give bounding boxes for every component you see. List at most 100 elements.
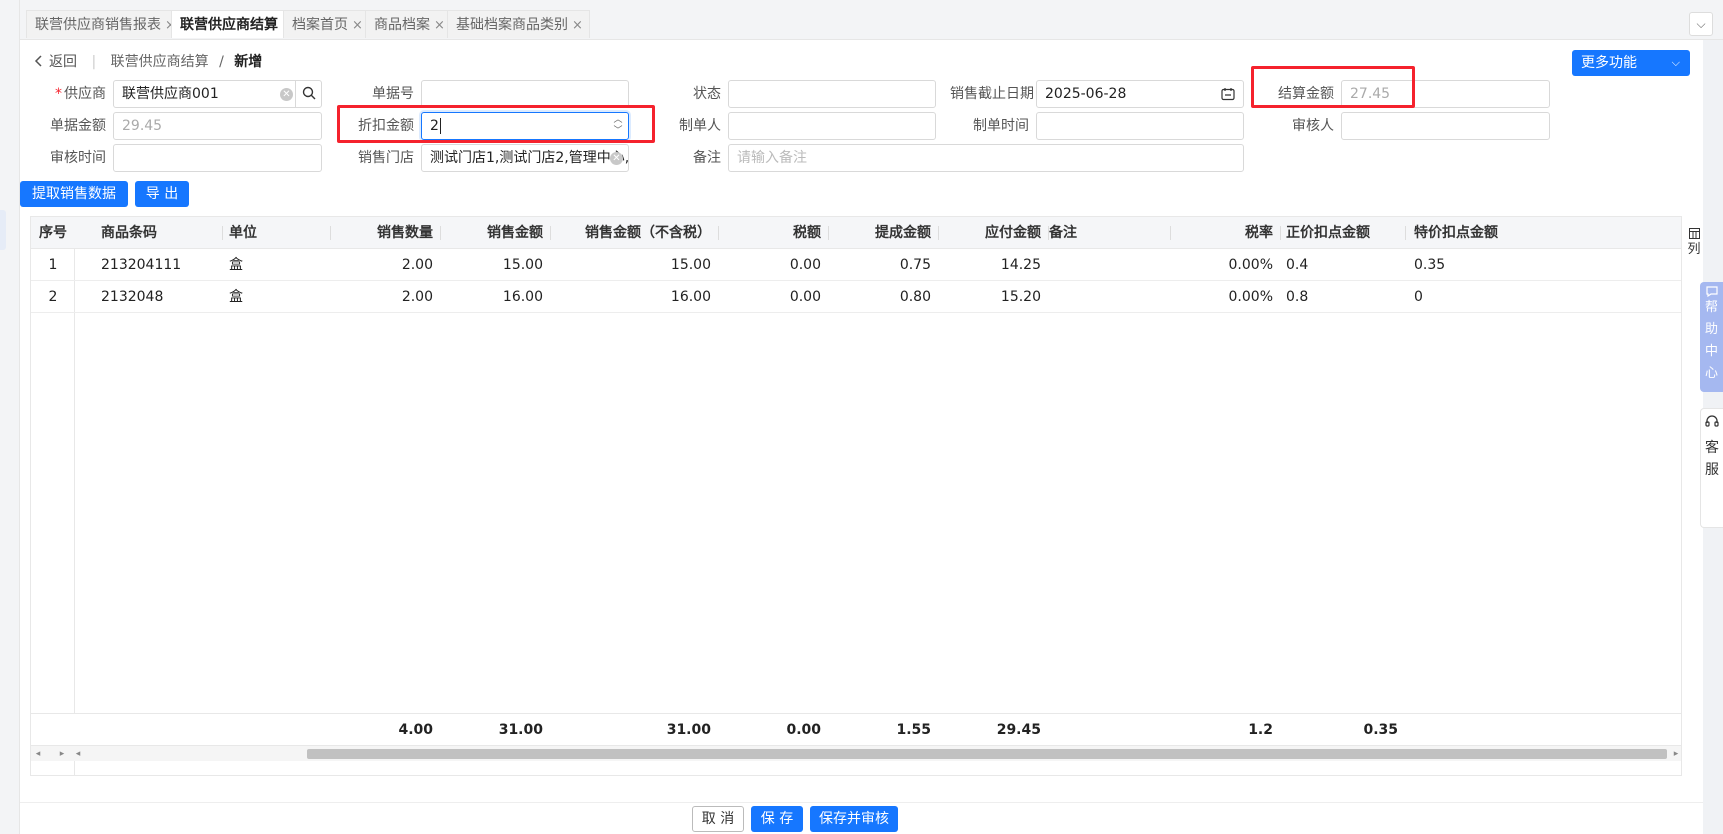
tab-product-category[interactable]: 基础档案商品类别 × xyxy=(447,10,590,38)
cell-amount: 16.00 xyxy=(502,289,543,305)
tab-close-icon[interactable]: × xyxy=(434,18,445,33)
supplier-label-text: 供应商 xyxy=(64,86,106,102)
horizontal-scrollbar[interactable]: ◂ ▸ ◂ ▸ xyxy=(31,745,1681,762)
cancel-button[interactable]: 取 消 xyxy=(692,806,744,832)
th-barcode-text: 商品条码 xyxy=(101,225,157,241)
cell-tax-rate: 0.00% xyxy=(1228,289,1273,305)
th-special-deduct[interactable]: 特价扣点金额 xyxy=(1406,217,1534,249)
th-regular-deduct[interactable]: 正价扣点金额 xyxy=(1278,217,1406,249)
tab-supplier-settlement[interactable]: 联营供应商结算× xyxy=(171,10,300,38)
fetch-sales-data-button[interactable]: 提取销售数据 xyxy=(20,181,128,207)
more-functions-label: 更多功能 xyxy=(1581,55,1637,71)
cell-amount-ex-tax: 15.00 xyxy=(670,257,711,273)
cell-payable: 14.25 xyxy=(1000,257,1041,273)
auditor-label: 审核人 xyxy=(1292,118,1334,134)
remark-input[interactable]: 请输入备注 xyxy=(728,144,1244,172)
help-char: 中 xyxy=(1704,344,1718,359)
th-remark-text: 备注 xyxy=(1049,225,1077,241)
chevron-left-icon xyxy=(34,55,42,67)
doc-amount-input: 29.45 xyxy=(113,112,322,140)
sale-end-date-input[interactable]: 2025-06-28 xyxy=(1036,80,1244,108)
cell-unit: 盒 xyxy=(229,289,243,305)
cell-qty: 2.00 xyxy=(401,257,433,273)
breadcrumb-divider: | xyxy=(91,54,97,70)
tab-label: 基础档案商品类别 xyxy=(456,17,568,33)
tab-label: 联营供应商结算 xyxy=(180,17,278,33)
total-regular-deduct: 1.2 xyxy=(1248,722,1273,738)
text-caret xyxy=(439,118,441,134)
breadcrumb-parent[interactable]: 联营供应商结算 xyxy=(111,54,209,70)
supplier-search-button[interactable] xyxy=(295,81,321,107)
column-settings-toggle[interactable]: 列 xyxy=(1685,224,1703,274)
supplier-input[interactable]: 联营供应商001 ✕ xyxy=(113,80,322,108)
th-amount-ex-tax-text: 销售金额（不含税） xyxy=(585,225,711,241)
scrollbar-thumb[interactable] xyxy=(307,749,1667,759)
tab-supplier-sales-report[interactable]: 联营供应商销售报表× xyxy=(26,10,183,38)
th-tax-rate[interactable]: 税率 xyxy=(1171,217,1281,249)
clear-icon[interactable]: ✕ xyxy=(280,88,293,101)
tab-close-icon[interactable]: × xyxy=(572,18,583,33)
table-row[interactable]: 2 2132048 盒 2.00 16.00 16.00 0.00 0.80 1… xyxy=(31,281,1681,313)
th-unit[interactable]: 单位 xyxy=(221,217,331,249)
form-row-3: 审核时间 销售门店 测试门店1,测试门店2,管理中心, ✕ 备注 请输入备注 xyxy=(20,144,1703,172)
table-row[interactable]: 1 213204111 盒 2.00 15.00 15.00 0.00 0.75… xyxy=(31,249,1681,281)
column-toggle-label: 列 xyxy=(1687,242,1701,257)
tab-product-archive[interactable]: 商品档案 × xyxy=(365,10,452,38)
th-commission[interactable]: 提成金额 xyxy=(829,217,939,249)
headset-icon xyxy=(1705,415,1719,427)
th-tax[interactable]: 税额 xyxy=(719,217,829,249)
scroll-left-icon[interactable]: ◂ xyxy=(31,746,45,762)
tab-expand-icon[interactable]: ⌵ xyxy=(1689,12,1713,36)
th-barcode[interactable]: 商品条码 xyxy=(93,217,223,249)
total-amount-ex-tax: 31.00 xyxy=(666,722,711,738)
th-qty[interactable]: 销售数量 xyxy=(331,217,441,249)
tab-bar: 联营供应商销售报表× 联营供应商结算× 档案首页× 商品档案× 基础档案商品类别… xyxy=(20,0,1723,40)
discount-amount-label: 折扣金额 xyxy=(358,118,414,134)
table-totals-row: 4.00 31.00 31.00 0.00 1.55 29.45 1.2 0.3… xyxy=(31,713,1681,745)
tab-close-icon[interactable]: × xyxy=(352,18,363,33)
doc-amount-label: 单据金额 xyxy=(50,118,106,134)
clear-icon[interactable]: ✕ xyxy=(610,152,623,165)
stores-input[interactable]: 测试门店1,测试门店2,管理中心, ✕ xyxy=(421,144,629,172)
th-payable[interactable]: 应付金额 xyxy=(939,217,1049,249)
th-remark[interactable]: 备注 xyxy=(1041,217,1171,249)
scroll-left-icon[interactable]: ◂ xyxy=(71,746,85,762)
stepper-down-icon[interactable]: ﹀ xyxy=(612,126,624,137)
cell-seq: 1 xyxy=(48,257,58,273)
audit-time-input[interactable] xyxy=(113,144,322,172)
help-char: 助 xyxy=(1704,322,1718,337)
th-commission-text: 提成金额 xyxy=(875,225,931,241)
help-center-widget[interactable]: 帮 助 中 心 xyxy=(1700,282,1723,392)
cell-commission: 0.80 xyxy=(899,289,931,305)
sidebar-collapse-handle[interactable] xyxy=(0,210,6,250)
doc-no-input[interactable] xyxy=(421,80,629,108)
create-time-input[interactable] xyxy=(1036,112,1244,140)
th-unit-text: 单位 xyxy=(229,225,257,241)
creator-input[interactable] xyxy=(728,112,936,140)
customer-service-widget[interactable]: 客 服 xyxy=(1700,408,1723,528)
message-icon xyxy=(1705,286,1718,297)
th-seq[interactable]: 序号 xyxy=(31,217,75,249)
creator-label: 制单人 xyxy=(679,118,721,134)
scroll-right-icon[interactable]: ▸ xyxy=(55,746,69,762)
discount-amount-input[interactable]: 2 ︿ ﹀ xyxy=(421,112,629,140)
tab-label: 档案首页 xyxy=(292,17,348,33)
th-amount-ex-tax[interactable]: 销售金额（不含税） xyxy=(551,217,719,249)
cell-commission: 0.75 xyxy=(899,257,931,273)
calendar-icon[interactable] xyxy=(1221,87,1235,101)
th-amount[interactable]: 销售金额 xyxy=(441,217,551,249)
status-input[interactable] xyxy=(728,80,936,108)
export-button[interactable]: 导 出 xyxy=(135,181,189,207)
number-stepper[interactable]: ︿ ﹀ xyxy=(612,115,624,137)
back-link[interactable]: 返回 xyxy=(34,54,81,70)
th-qty-text: 销售数量 xyxy=(377,225,433,241)
stepper-up-icon[interactable]: ︿ xyxy=(612,115,624,126)
save-button[interactable]: 保 存 xyxy=(751,806,803,832)
total-commission: 1.55 xyxy=(896,722,931,738)
scroll-right-icon[interactable]: ▸ xyxy=(1669,746,1681,762)
tab-archive-home[interactable]: 档案首页 × xyxy=(283,10,370,38)
auditor-input[interactable] xyxy=(1341,112,1550,140)
save-and-audit-button[interactable]: 保存并审核 xyxy=(810,806,898,832)
more-functions-button[interactable]: 更多功能 ⌵ xyxy=(1572,50,1690,76)
cell-special-deduct: 0.35 xyxy=(1414,257,1446,273)
